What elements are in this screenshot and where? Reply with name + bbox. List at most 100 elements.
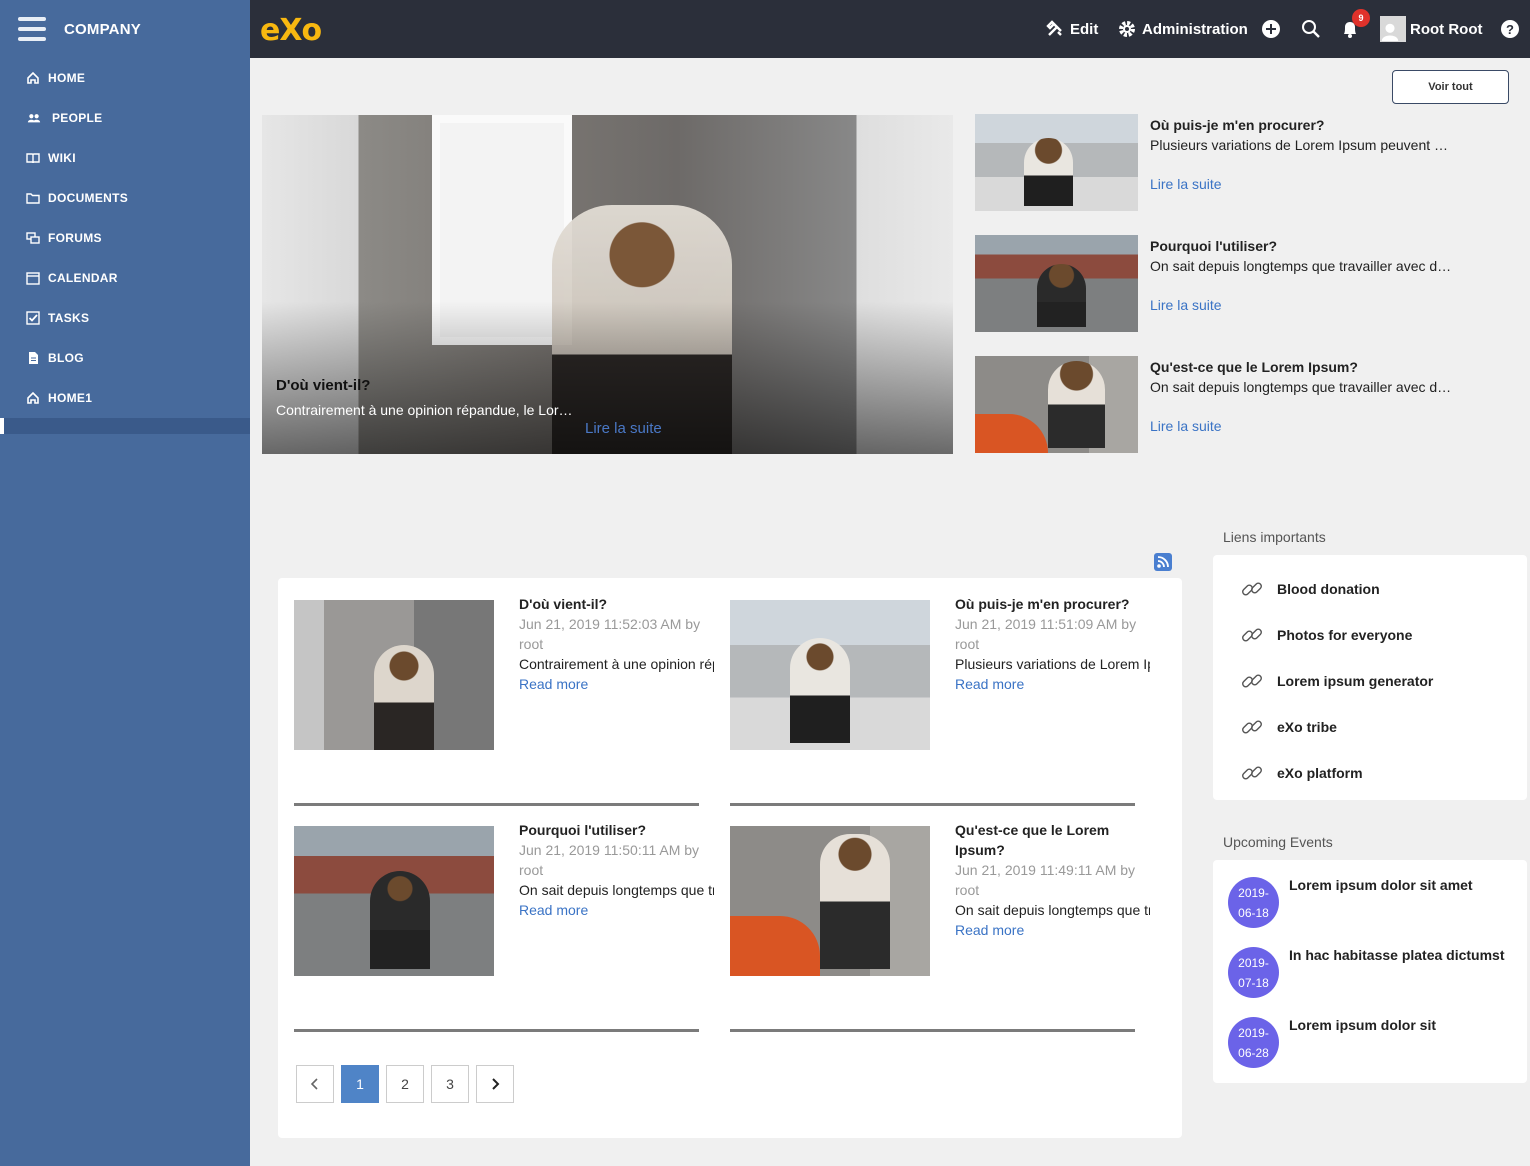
- event-title[interactable]: In hac habitasse platea dictumst: [1289, 947, 1505, 963]
- edit-label: Edit: [1070, 20, 1099, 38]
- event-title[interactable]: Lorem ipsum dolor sit amet: [1289, 877, 1473, 893]
- link-label[interactable]: eXo platform: [1277, 765, 1363, 781]
- news-card[interactable]: D'où vient-il? Jun 21, 2019 11:52:03 AM …: [294, 596, 714, 830]
- event-title[interactable]: Lorem ipsum dolor sit: [1289, 1017, 1436, 1033]
- search-icon: [1302, 20, 1320, 38]
- news-read-more[interactable]: Lire la suite: [1150, 418, 1222, 434]
- home-icon: [26, 71, 40, 85]
- sidebar-item-documents[interactable]: DOCUMENTS: [0, 178, 250, 218]
- news-card[interactable]: Pourquoi l'utiliser? Jun 21, 2019 11:50:…: [294, 822, 714, 1056]
- news-title[interactable]: Où puis-je m'en procurer?: [1150, 117, 1324, 133]
- search-button[interactable]: [1301, 0, 1327, 58]
- links-widget: Blood donation Photos for everyone Lorem…: [1213, 555, 1527, 800]
- pagination-next-button[interactable]: [476, 1065, 514, 1103]
- edit-button[interactable]: Edit: [1046, 0, 1098, 58]
- news-summary: Contrairement à une opinion répandue: [519, 656, 714, 672]
- event-item[interactable]: 2019- 07-18 In hac habitasse platea dictu…: [1213, 947, 1527, 1007]
- news-card[interactable]: Où puis-je m'en procurer? Jun 21, 2019 1…: [730, 596, 1150, 830]
- side-news-item[interactable]: Où puis-je m'en procurer? Plusieurs vari…: [975, 114, 1515, 211]
- news-thumbnail[interactable]: [975, 235, 1138, 332]
- sidebar-item-label: PEOPLE: [52, 111, 103, 125]
- sidebar-item-tasks[interactable]: TASKS: [0, 298, 250, 338]
- event-date-year: 2019-: [1238, 886, 1269, 900]
- pagination-prev-button[interactable]: [296, 1065, 334, 1103]
- chevron-left-icon: [310, 1078, 318, 1090]
- pagination-page-2[interactable]: 2: [386, 1065, 424, 1103]
- administration-button[interactable]: Administration: [1118, 0, 1248, 58]
- news-summary: Plusieurs variations de Lorem Ipsum peuv…: [1150, 137, 1455, 153]
- home-icon: [26, 391, 40, 405]
- link-item[interactable]: Lorem ipsum generator: [1213, 666, 1527, 696]
- news-thumbnail[interactable]: [975, 356, 1138, 453]
- link-item[interactable]: Blood donation: [1213, 574, 1527, 604]
- company-name[interactable]: COMPANY: [64, 21, 141, 38]
- event-item[interactable]: 2019- 06-28 Lorem ipsum dolor sit: [1213, 1017, 1527, 1077]
- sidebar-item-label: CALENDAR: [48, 271, 118, 285]
- link-label[interactable]: Lorem ipsum generator: [1277, 673, 1433, 689]
- sidebar-item-people[interactable]: PEOPLE: [0, 98, 250, 138]
- featured-news-summary: Contrairement à une opinion répandue, le…: [276, 402, 576, 418]
- news-read-more[interactable]: Lire la suite: [1150, 297, 1222, 313]
- pagination-page-3[interactable]: 3: [431, 1065, 469, 1103]
- exo-logo[interactable]: eXo: [260, 13, 322, 48]
- news-thumbnail[interactable]: [294, 600, 494, 750]
- add-button[interactable]: [1261, 0, 1287, 58]
- news-title[interactable]: Pourquoi l'utiliser?: [1150, 238, 1277, 254]
- hamburger-menu-icon[interactable]: [18, 17, 46, 41]
- svg-text:?: ?: [1506, 22, 1514, 37]
- sidebar-item-calendar[interactable]: CALENDAR: [0, 258, 250, 298]
- featured-news-read-more[interactable]: Lire la suite: [585, 420, 662, 437]
- rss-icon[interactable]: [1154, 553, 1172, 571]
- event-date-year: 2019-: [1238, 956, 1269, 970]
- news-title[interactable]: D'où vient-il?: [519, 594, 719, 614]
- news-summary: On sait depuis longtemps que travailler: [519, 882, 714, 898]
- news-thumbnail[interactable]: [294, 826, 494, 976]
- notifications-button[interactable]: 9: [1340, 0, 1370, 58]
- news-thumbnail[interactable]: [730, 826, 930, 976]
- link-item[interactable]: eXo platform: [1213, 758, 1527, 788]
- news-read-more[interactable]: Lire la suite: [1150, 176, 1222, 192]
- pagination-page-1[interactable]: 1: [341, 1065, 379, 1103]
- sidebar-item-blog[interactable]: BLOG: [0, 338, 250, 378]
- news-summary: On sait depuis longtemps que travailler …: [1150, 258, 1455, 274]
- link-item[interactable]: eXo tribe: [1213, 712, 1527, 742]
- link-label[interactable]: eXo tribe: [1277, 719, 1337, 735]
- user-icon: [1381, 23, 1399, 41]
- link-label[interactable]: Blood donation: [1277, 581, 1380, 597]
- featured-news[interactable]: D'où vient-il? Contrairement à une opini…: [262, 115, 953, 454]
- sidebar-item-forums[interactable]: FORUMS: [0, 218, 250, 258]
- news-thumbnail[interactable]: [730, 600, 930, 750]
- event-date-badge: 2019- 06-18: [1228, 877, 1279, 928]
- link-item[interactable]: Photos for everyone: [1213, 620, 1527, 650]
- news-thumbnail[interactable]: [975, 114, 1138, 211]
- news-date: Jun 21, 2019 11:50:11 AM by: [519, 842, 700, 858]
- news-read-more[interactable]: Read more: [955, 674, 1024, 694]
- view-all-button[interactable]: Voir tout: [1392, 70, 1509, 104]
- sidebar-item-label: TASKS: [48, 311, 90, 325]
- sidebar-item-home1[interactable]: HOME1: [0, 378, 250, 418]
- event-date-badge: 2019- 06-28: [1228, 1017, 1279, 1068]
- news-summary: Plusieurs variations de Lorem Ipsum: [955, 656, 1150, 672]
- event-item[interactable]: 2019- 06-18 Lorem ipsum dolor sit amet: [1213, 877, 1527, 937]
- featured-news-title[interactable]: D'où vient-il?: [276, 377, 370, 394]
- news-title[interactable]: Où puis-je m'en procurer?: [955, 594, 1155, 614]
- link-icon: [1242, 766, 1262, 780]
- sidebar-item-label: WIKI: [48, 151, 76, 165]
- user-menu[interactable]: Root Root: [1380, 0, 1482, 58]
- news-read-more[interactable]: Read more: [519, 674, 588, 694]
- link-label[interactable]: Photos for everyone: [1277, 627, 1412, 643]
- side-news-item[interactable]: Qu'est-ce que le Lorem Ipsum? On sait de…: [975, 356, 1515, 453]
- sidebar-item-active[interactable]: [0, 418, 250, 434]
- sidebar-item-wiki[interactable]: WIKI: [0, 138, 250, 178]
- help-button[interactable]: ?: [1500, 0, 1526, 58]
- news-summary: On sait depuis longtemps que travailler: [955, 902, 1150, 918]
- news-date: Jun 21, 2019 11:51:09 AM by: [955, 616, 1137, 632]
- sidebar-item-home[interactable]: HOME: [0, 58, 250, 98]
- news-title[interactable]: Pourquoi l'utiliser?: [519, 820, 719, 840]
- side-news-item[interactable]: Pourquoi l'utiliser? On sait depuis long…: [975, 235, 1515, 332]
- news-read-more[interactable]: Read more: [519, 900, 588, 920]
- news-title[interactable]: Qu'est-ce que le Lorem Ipsum?: [1150, 359, 1358, 375]
- news-card[interactable]: Qu'est-ce que le Lorem Ipsum? Jun 21, 20…: [730, 822, 1150, 1056]
- news-title[interactable]: Qu'est-ce que le Lorem Ipsum?: [955, 820, 1145, 860]
- news-read-more[interactable]: Read more: [955, 920, 1024, 940]
